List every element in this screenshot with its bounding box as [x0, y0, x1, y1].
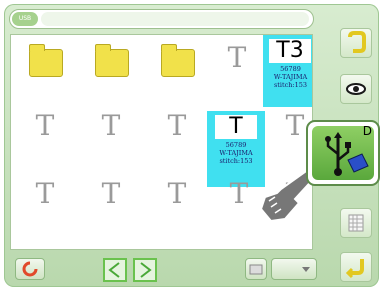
- folder-item[interactable]: [17, 39, 73, 93]
- path-field[interactable]: [41, 12, 309, 26]
- folder-icon: [95, 44, 129, 77]
- design-info-t3: 56789 W-TAJIMA stitch:153: [273, 65, 308, 89]
- drive-letter: D: [362, 124, 372, 138]
- design-file-icon: T: [35, 177, 55, 210]
- design-file-item[interactable]: T: [149, 175, 205, 229]
- mode-select[interactable]: [271, 258, 317, 280]
- file-grid: T T3 56789 W-TAJIMA stitch:153 T T T T 5…: [10, 34, 313, 250]
- view-button[interactable]: [340, 74, 372, 104]
- design-file-icon: T: [101, 177, 121, 210]
- grid-view-icon: [348, 214, 364, 232]
- return-arrow-icon: [348, 31, 366, 53]
- usb-drive-button[interactable]: D: [306, 120, 380, 186]
- undo-button[interactable]: [15, 258, 45, 280]
- design-preview-t: T: [215, 115, 257, 139]
- bottom-toolbar: [9, 255, 317, 282]
- design-file-item[interactable]: T: [149, 107, 205, 161]
- arrow-left-icon: [108, 262, 120, 278]
- selected-design-t3[interactable]: T3 56789 W-TAJIMA stitch:153: [263, 35, 312, 107]
- design-info-t: 56789 W-TAJIMA stitch:153: [219, 141, 253, 165]
- design-file-icon: T: [227, 41, 247, 74]
- enter-arrow-icon: [345, 259, 364, 279]
- folder-icon: [29, 44, 63, 77]
- design-file-item[interactable]: T: [17, 175, 73, 229]
- design-file-icon: T: [101, 109, 121, 142]
- design-preview-t3: T3: [269, 39, 311, 63]
- design-file-item[interactable]: T: [17, 107, 73, 161]
- machine-icon: [249, 264, 263, 275]
- hand-pointer-icon: [259, 167, 312, 223]
- folder-icon: [161, 44, 195, 77]
- design-file-icon: T: [35, 109, 55, 142]
- next-page-button[interactable]: [133, 258, 157, 282]
- arrow-right-icon: [140, 262, 152, 278]
- undo-icon: [22, 261, 38, 277]
- design-file-item[interactable]: T: [83, 107, 139, 161]
- drive-tag[interactable]: USB: [12, 12, 38, 26]
- design-file-item[interactable]: T: [209, 39, 265, 93]
- design-file-item[interactable]: T: [83, 175, 139, 229]
- chevron-down-icon: [302, 267, 310, 272]
- list-view-button[interactable]: [340, 208, 372, 238]
- previous-page-button[interactable]: [103, 258, 127, 282]
- import-button[interactable]: [245, 258, 267, 280]
- folder-item[interactable]: [83, 39, 139, 93]
- folder-item[interactable]: [149, 39, 205, 93]
- back-button[interactable]: [340, 28, 372, 58]
- design-file-icon: T: [167, 109, 187, 142]
- design-file-icon: T: [167, 177, 187, 210]
- enter-button[interactable]: [340, 252, 372, 282]
- path-bar: USB: [9, 9, 314, 29]
- design-file-icon: T: [229, 177, 249, 210]
- eye-icon: [346, 83, 366, 95]
